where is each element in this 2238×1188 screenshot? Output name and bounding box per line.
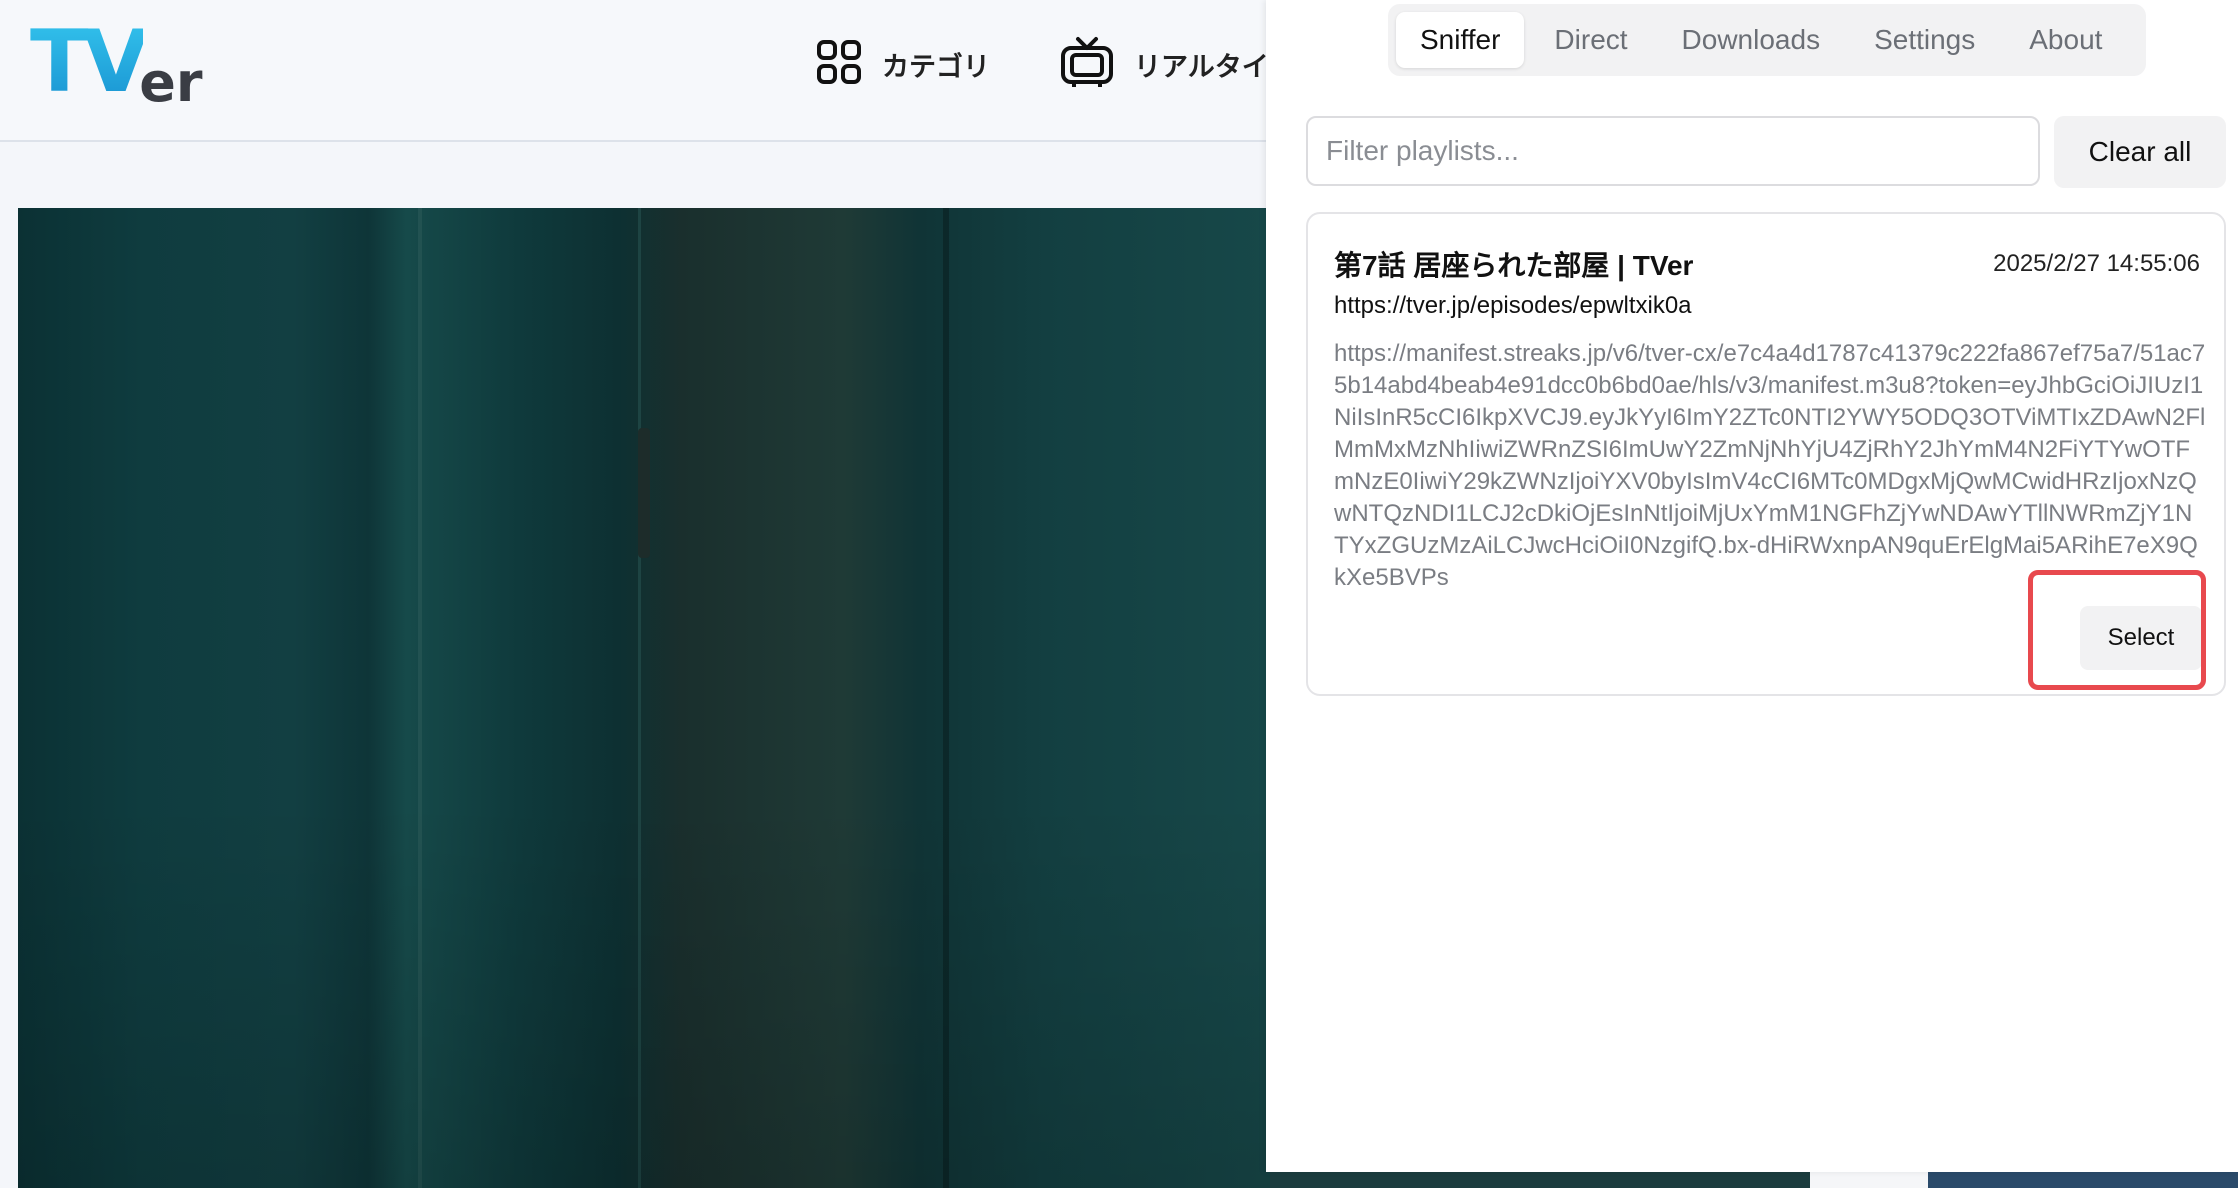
logo-main: TV bbox=[30, 12, 149, 112]
select-button[interactable]: Select bbox=[2080, 606, 2202, 670]
tv-icon bbox=[1060, 35, 1114, 94]
nav-realtime-label: リアルタイ bbox=[1134, 51, 1269, 82]
playlist-page-url: https://tver.jp/episodes/epwltxik0a bbox=[1334, 292, 1692, 319]
video-shade bbox=[18, 208, 1270, 1188]
grid-icon bbox=[816, 39, 862, 90]
clear-all-button[interactable]: Clear all bbox=[2054, 116, 2226, 188]
playlist-manifest-url: https://manifest.streaks.jp/v6/tver-cx/e… bbox=[1334, 340, 2206, 591]
filter-playlists-input[interactable] bbox=[1306, 116, 2040, 186]
thumbnail[interactable] bbox=[1928, 1172, 2238, 1188]
thumbnail[interactable] bbox=[1270, 1172, 1810, 1188]
tab-settings[interactable]: Settings bbox=[1850, 12, 1999, 68]
playlist-timestamp: 2025/2/27 14:55:06 bbox=[1993, 250, 2200, 277]
tab-downloads[interactable]: Downloads bbox=[1658, 12, 1845, 68]
tab-about[interactable]: About bbox=[2005, 12, 2126, 68]
nav-category[interactable]: カテゴリ bbox=[816, 36, 990, 92]
video-player[interactable] bbox=[18, 208, 1270, 1188]
playlist-title: 第7話 居座られた部屋 | TVer bbox=[1334, 250, 1694, 281]
tab-sniffer[interactable]: Sniffer bbox=[1396, 12, 1525, 68]
tab-bar: Sniffer Direct Downloads Settings About bbox=[1388, 4, 2146, 76]
tver-logo[interactable]: TVer bbox=[30, 19, 203, 114]
nav-realtime[interactable]: リアルタイ bbox=[1060, 36, 1269, 92]
logo-sub: er bbox=[139, 51, 203, 114]
nav-category-label: カテゴリ bbox=[882, 51, 990, 82]
site-header: TVer カテゴリ リアルタイ bbox=[0, 0, 1270, 142]
playlist-item: 第7話 居座られた部屋 | TVer 2025/2/27 14:55:06 ht… bbox=[1306, 212, 2226, 696]
tab-direct[interactable]: Direct bbox=[1530, 12, 1651, 68]
